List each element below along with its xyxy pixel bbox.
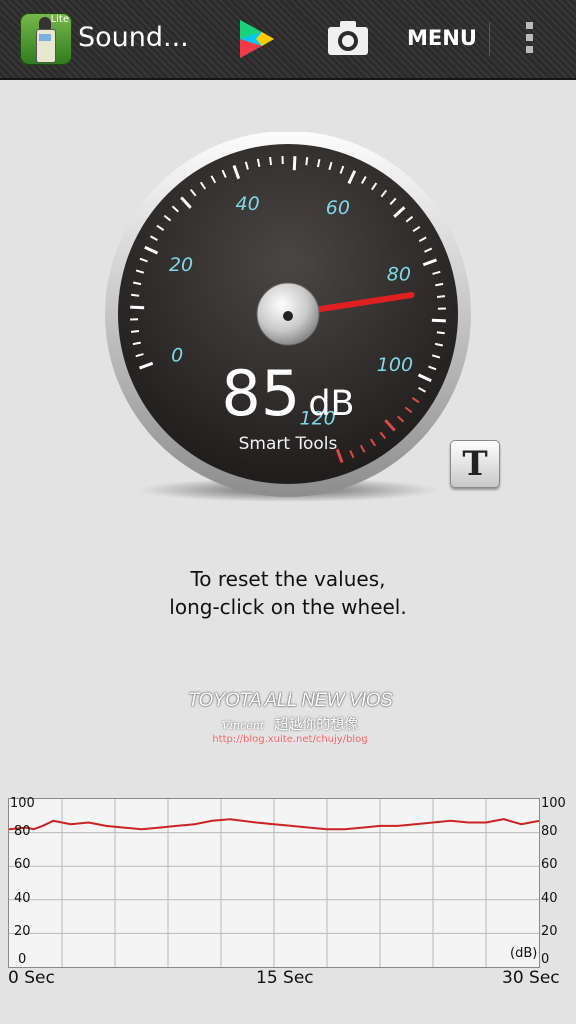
gauge-tick [130, 305, 145, 310]
gauge-tick [292, 156, 297, 171]
y-tick-label: 60 [14, 857, 31, 873]
app-icon[interactable]: Lite [20, 13, 72, 65]
x-tick-label: 30 Sec [502, 968, 560, 988]
gauge-scale-label: 20 [169, 254, 193, 276]
y-tick-label: 0 [541, 952, 550, 967]
watermark-line-2: Vincent 超越你的想像 [140, 714, 440, 734]
gauge-tick [130, 329, 140, 333]
y-tick-label: 20 [14, 924, 31, 940]
gauge-hub-pin [283, 311, 293, 321]
reset-hint: To reset the values, long-click on the w… [0, 565, 576, 621]
reset-hint-line-2: long-click on the wheel. [169, 595, 407, 619]
y-tick-label: 80 [14, 823, 31, 839]
camera-icon[interactable] [327, 20, 369, 56]
gauge-tick [131, 293, 140, 297]
gauge-scale-label: 60 [326, 197, 350, 219]
y-tick-label: 80 [541, 823, 558, 839]
y-tick-label: 40 [541, 890, 558, 906]
y-tick-label: 100 [541, 796, 566, 811]
text-mode-button[interactable]: T [450, 440, 500, 488]
reset-hint-line-1: To reset the values, [190, 567, 386, 591]
watermark-title: TOYOTA ALL NEW VIOS [187, 690, 393, 711]
watermark: TOYOTA ALL NEW VIOS Vincent 超越你的想像 http:/… [140, 690, 440, 745]
y-tick-label: 0 [18, 952, 27, 967]
history-chart-plot [8, 799, 540, 967]
gauge-scale-label: 80 [387, 264, 411, 286]
gauge-tick [431, 318, 446, 323]
lite-badge: Lite [50, 14, 69, 25]
gauge-reading-unit: dB [308, 384, 355, 424]
gauge-tick [269, 156, 273, 166]
gauge-tick [305, 157, 309, 166]
gauge-tick [436, 295, 446, 299]
sound-level-gauge[interactable]: 0 20 40 60 80 100 120 85 dB Smart Tools [100, 132, 476, 508]
watermark-url: http://blog.xuite.net/chujy/blog [212, 734, 368, 745]
meter-screen-icon [39, 34, 51, 41]
x-tick-label: 0 Sec [8, 968, 55, 988]
gauge-reading-value: 85 [221, 357, 301, 430]
y-tick-label: 40 [14, 890, 31, 906]
app-title[interactable]: Sound... [78, 22, 189, 53]
y-tick-label: 100 [10, 796, 35, 811]
gauge-brand-label: Smart Tools [238, 434, 338, 454]
history-chart [8, 798, 540, 968]
watermark-slogan: 超越你的想像 [274, 717, 359, 733]
overflow-menu-icon[interactable] [524, 22, 534, 58]
google-play-icon[interactable] [236, 18, 278, 60]
y-tick-label: 60 [541, 857, 558, 873]
y-tick-label: 20 [541, 924, 558, 940]
gauge-scale-label: 40 [236, 193, 260, 215]
action-bar: Lite Sound... MENU [0, 0, 576, 80]
chart-unit-label: (dB) [510, 946, 538, 961]
watermark-signature: Vincent [221, 719, 265, 732]
action-bar-divider [489, 22, 490, 56]
x-tick-label: 15 Sec [256, 968, 314, 988]
menu-button[interactable]: MENU [407, 26, 477, 50]
gauge-tick [436, 331, 445, 335]
gauge-reading: 85 dB [100, 357, 476, 430]
